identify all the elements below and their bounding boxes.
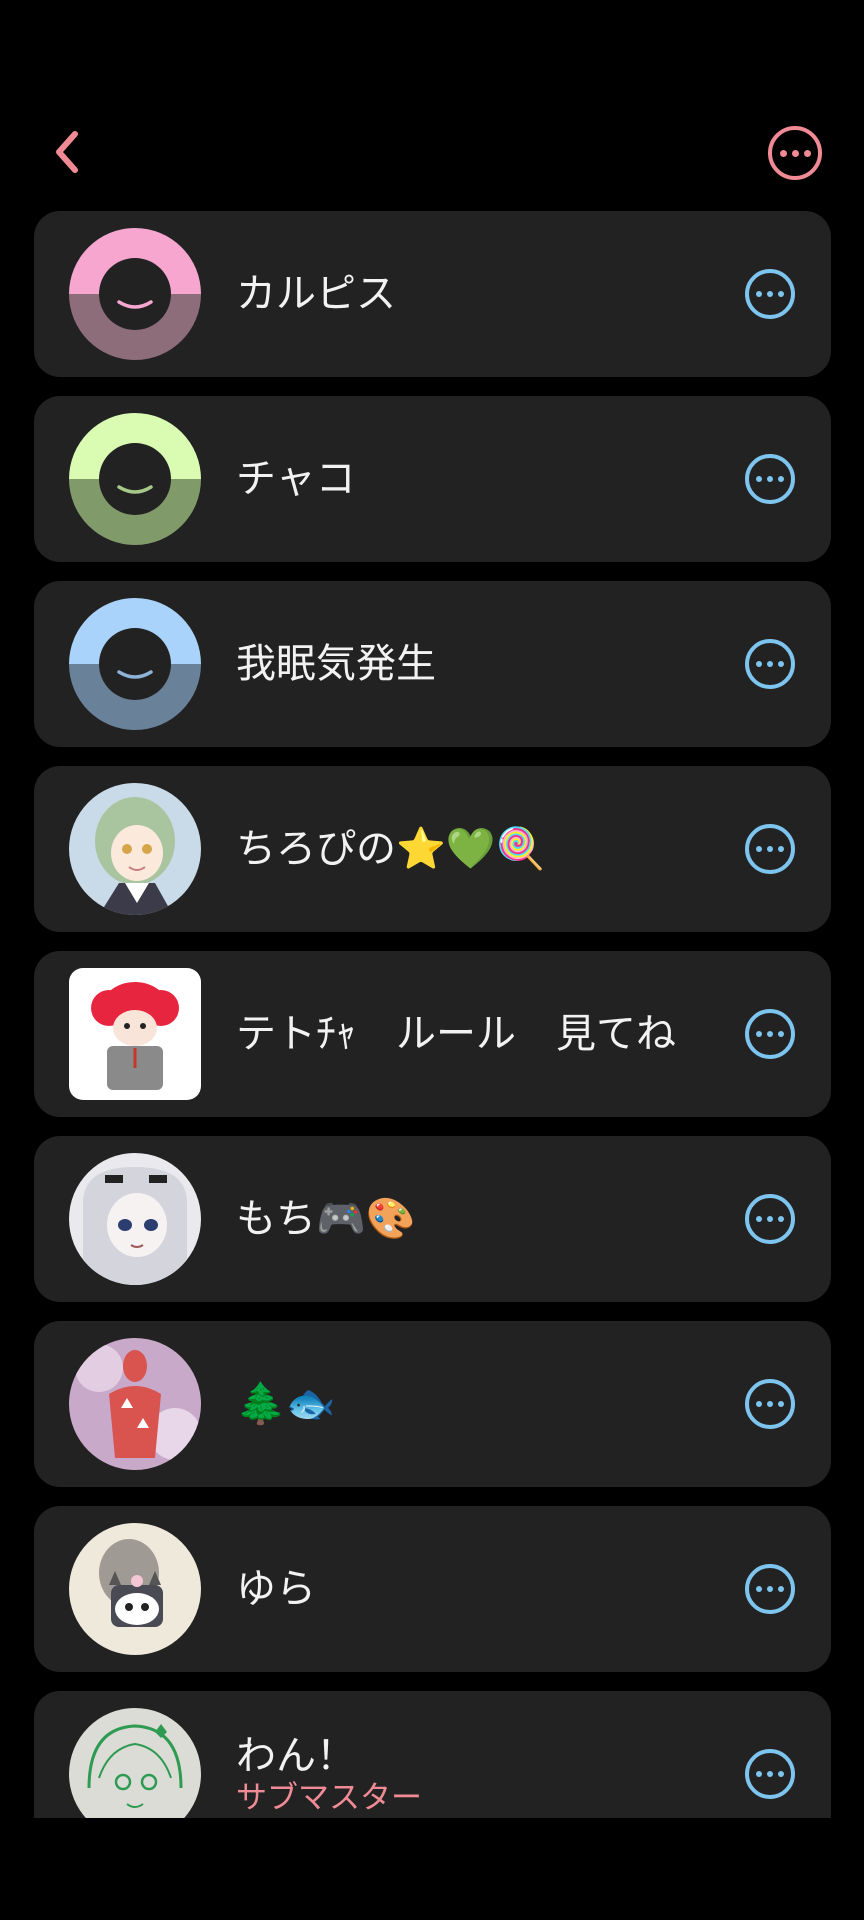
avatar — [69, 1153, 201, 1285]
more-horizontal-icon — [756, 1401, 784, 1407]
avatar — [69, 413, 201, 545]
member-more-button[interactable] — [745, 1564, 795, 1614]
member-more-button[interactable] — [745, 454, 795, 504]
list-item[interactable]: テトﾁｬ ルール 見てね — [34, 951, 831, 1117]
more-horizontal-icon — [756, 846, 784, 852]
member-list[interactable]: カルピス チャコ 我眠気発生 ちろぴの⭐💚🍭 テトﾁｬ ルール 見てね もち🎮🎨… — [34, 211, 831, 1818]
header-more-button[interactable] — [768, 126, 822, 180]
member-role: サブマスター — [236, 1779, 422, 1816]
member-more-button[interactable] — [745, 824, 795, 874]
more-horizontal-icon — [756, 1216, 784, 1222]
more-horizontal-icon — [756, 1586, 784, 1592]
more-horizontal-icon — [756, 476, 784, 482]
list-item[interactable]: チャコ — [34, 396, 831, 562]
member-more-button[interactable] — [745, 1194, 795, 1244]
list-item[interactable]: わん！ サブマスター — [34, 1691, 831, 1818]
avatar — [69, 783, 201, 915]
more-horizontal-icon — [756, 291, 784, 297]
avatar — [69, 598, 201, 730]
member-name: わん！ — [236, 1732, 356, 1779]
back-button[interactable] — [40, 122, 92, 182]
member-more-button[interactable] — [745, 639, 795, 689]
more-horizontal-icon — [756, 1031, 784, 1037]
top-bar — [0, 0, 864, 210]
member-more-button[interactable] — [745, 1009, 795, 1059]
avatar — [69, 1523, 201, 1655]
member-name: チャコ — [236, 456, 356, 502]
list-item[interactable]: 我眠気発生 — [34, 581, 831, 747]
member-more-button[interactable] — [745, 269, 795, 319]
member-name: 🌲🐟 — [236, 1381, 336, 1427]
avatar — [69, 1338, 201, 1470]
member-name: ちろぴの⭐💚🍭 — [236, 826, 546, 872]
chevron-left-icon — [56, 131, 78, 173]
member-name: カルピス — [236, 271, 396, 317]
more-horizontal-icon — [779, 149, 811, 157]
avatar — [69, 228, 201, 360]
member-name: ゆら — [236, 1566, 316, 1612]
list-item[interactable]: もち🎮🎨 — [34, 1136, 831, 1302]
member-more-button[interactable] — [745, 1379, 795, 1429]
list-item[interactable]: カルピス — [34, 211, 831, 377]
member-more-button[interactable] — [745, 1749, 795, 1799]
list-item[interactable]: ゆら — [34, 1506, 831, 1672]
more-horizontal-icon — [756, 661, 784, 667]
member-name: 我眠気発生 — [236, 641, 436, 687]
member-name: もち🎮🎨 — [236, 1196, 416, 1242]
list-item[interactable]: ちろぴの⭐💚🍭 — [34, 766, 831, 932]
member-name: テトﾁｬ ルール 見てね — [236, 1011, 676, 1057]
list-item[interactable]: 🌲🐟 — [34, 1321, 831, 1487]
avatar — [69, 968, 201, 1100]
avatar — [69, 1708, 201, 1818]
more-horizontal-icon — [756, 1771, 784, 1777]
